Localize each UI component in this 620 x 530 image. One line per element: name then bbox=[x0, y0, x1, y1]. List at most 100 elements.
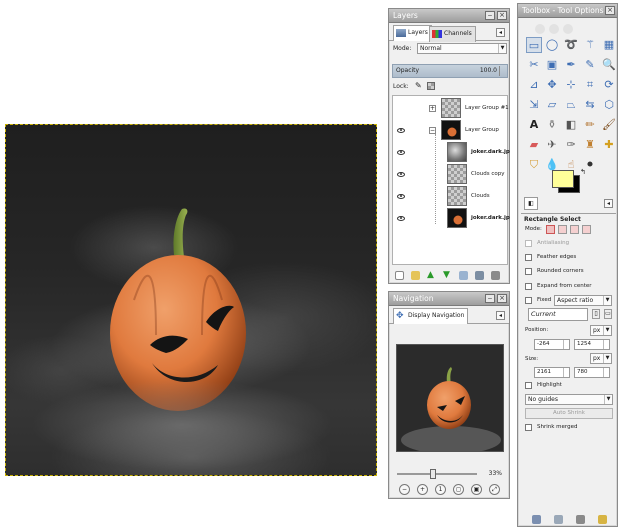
delete-layer-icon[interactable] bbox=[491, 271, 500, 280]
layer-row[interactable]: joker.dark.jp bbox=[393, 142, 510, 164]
landscape-icon[interactable]: ▭ bbox=[604, 309, 612, 319]
restore-options-icon[interactable] bbox=[554, 515, 563, 524]
scissors-select-icon[interactable]: ✂ bbox=[526, 57, 542, 73]
panel-menu-button[interactable]: ◂ bbox=[604, 199, 613, 208]
align-icon[interactable]: ⊹ bbox=[563, 77, 579, 93]
foreground-select-icon[interactable]: ▣ bbox=[544, 57, 560, 73]
shrink-wrap-icon[interactable]: ⤢ bbox=[489, 484, 500, 495]
size-width-field[interactable]: 2161 bbox=[534, 367, 570, 378]
position-unit-select[interactable]: px ▼ bbox=[590, 325, 612, 336]
minimize-button[interactable]: ‒ bbox=[485, 294, 495, 303]
fuzzy-select-icon[interactable]: ⚚ bbox=[582, 37, 598, 53]
bucket-fill-icon[interactable]: ⚱ bbox=[544, 117, 560, 133]
size-height-field[interactable]: 780 bbox=[574, 367, 610, 378]
new-layer-icon[interactable] bbox=[395, 271, 404, 280]
close-button[interactable]: × bbox=[605, 6, 615, 15]
minimize-button[interactable]: ‒ bbox=[485, 11, 495, 20]
replace-mode-icon[interactable] bbox=[546, 225, 555, 234]
lower-layer-icon[interactable]: ▼ bbox=[443, 271, 452, 280]
pencil-icon[interactable]: ✏ bbox=[582, 117, 598, 133]
layer-row[interactable]: Clouds bbox=[393, 186, 507, 208]
layer-row[interactable]: − Layer Group bbox=[393, 120, 507, 142]
eye-icon[interactable] bbox=[397, 194, 405, 199]
auto-shrink-button[interactable]: Auto Shrink bbox=[525, 408, 613, 419]
panel-menu-button[interactable]: ◂ bbox=[496, 311, 505, 320]
shear-icon[interactable]: ▱ bbox=[544, 97, 560, 113]
paths-icon[interactable]: ✒ bbox=[563, 57, 579, 73]
fixed-select[interactable]: Aspect ratio ▼ bbox=[554, 295, 612, 306]
zoom-slider-handle[interactable] bbox=[430, 469, 436, 479]
scale-icon[interactable]: ⇲ bbox=[526, 97, 542, 113]
measure-icon[interactable]: ⊿ bbox=[526, 77, 542, 93]
expand-center-checkbox[interactable] bbox=[525, 283, 532, 290]
zoom-one-icon[interactable]: 1 bbox=[435, 484, 446, 495]
image-canvas[interactable] bbox=[5, 124, 377, 476]
clone-icon[interactable]: ♜ bbox=[582, 137, 598, 153]
position-x-field[interactable]: -264 bbox=[534, 339, 570, 350]
size-unit-select[interactable]: px ▼ bbox=[590, 353, 612, 364]
toolbox-titlebar[interactable]: Toolbox - Tool Options × bbox=[518, 4, 617, 18]
paintbrush-icon[interactable]: 🖌 bbox=[601, 117, 617, 133]
guides-select[interactable]: No guides ▼ bbox=[525, 394, 613, 405]
zoom-in-icon[interactable]: + bbox=[417, 484, 428, 495]
navigation-titlebar[interactable]: Navigation ‒ × bbox=[389, 292, 509, 306]
ratio-field[interactable]: Current bbox=[528, 308, 588, 321]
add-mode-icon[interactable] bbox=[558, 225, 567, 234]
raise-layer-icon[interactable]: ▲ bbox=[427, 271, 436, 280]
close-button[interactable]: × bbox=[497, 11, 507, 20]
new-group-icon[interactable] bbox=[411, 271, 420, 280]
subtract-mode-icon[interactable] bbox=[570, 225, 579, 234]
blend-icon[interactable]: ◧ bbox=[563, 117, 579, 133]
perspective-icon[interactable]: ⏢ bbox=[563, 97, 579, 113]
rect-select-icon[interactable]: ▭ bbox=[526, 37, 542, 53]
color-select-icon[interactable]: ▦ bbox=[601, 37, 617, 53]
lock-alpha-icon[interactable] bbox=[427, 82, 435, 90]
eye-icon[interactable] bbox=[397, 172, 405, 177]
text-tool-icon[interactable]: A bbox=[526, 117, 542, 133]
swap-colors-icon[interactable]: ↰ bbox=[580, 168, 586, 176]
ink-icon[interactable]: ✑ bbox=[563, 137, 579, 153]
antialiasing-checkbox[interactable] bbox=[525, 240, 532, 247]
lock-pixels-icon[interactable]: ✎ bbox=[415, 81, 422, 90]
feather-checkbox[interactable] bbox=[525, 254, 532, 261]
collapse-icon[interactable]: − bbox=[429, 127, 436, 134]
delete-options-icon[interactable] bbox=[576, 515, 585, 524]
navigation-preview[interactable] bbox=[396, 344, 504, 452]
magnify-icon[interactable]: 🔍 bbox=[601, 57, 617, 73]
crop-icon[interactable]: ⌗ bbox=[582, 77, 598, 93]
lasso-select-icon[interactable]: ➰ bbox=[563, 37, 579, 53]
zoom-fill-icon[interactable]: ▣ bbox=[471, 484, 482, 495]
fixed-checkbox[interactable] bbox=[525, 297, 532, 304]
tab-channels[interactable]: Channels bbox=[429, 26, 476, 42]
layer-row[interactable]: Clouds copy bbox=[393, 164, 507, 186]
zoom-fit-icon[interactable]: ◻ bbox=[453, 484, 464, 495]
rotate-icon[interactable]: ⟳ bbox=[601, 77, 617, 93]
eye-icon[interactable] bbox=[397, 216, 405, 221]
mode-select[interactable]: Normal ▼ bbox=[417, 43, 507, 54]
position-y-field[interactable]: 1254 bbox=[574, 339, 610, 350]
tab-layers[interactable]: Layers bbox=[393, 25, 432, 41]
flip-icon[interactable]: ⇆ bbox=[582, 97, 598, 113]
layers-titlebar[interactable]: Layers ‒ × bbox=[389, 9, 509, 23]
eye-icon[interactable] bbox=[397, 128, 405, 133]
opacity-spinner[interactable] bbox=[499, 66, 506, 76]
foreground-color-swatch[interactable] bbox=[552, 170, 574, 188]
save-options-icon[interactable] bbox=[532, 515, 541, 524]
layer-row[interactable]: joker.dark.jp bbox=[393, 208, 510, 230]
opacity-slider[interactable]: Opacity 100.0 bbox=[392, 64, 508, 78]
tab-display-navigation[interactable]: ✥ Display Navigation bbox=[393, 308, 469, 324]
close-button[interactable]: × bbox=[497, 294, 507, 303]
cage-transform-icon[interactable]: ⬡ bbox=[601, 97, 617, 113]
anchor-layer-icon[interactable] bbox=[475, 271, 484, 280]
move-icon[interactable]: ✥ bbox=[544, 77, 560, 93]
eye-icon[interactable] bbox=[397, 150, 405, 155]
ellipse-select-icon[interactable]: ◯ bbox=[544, 37, 560, 53]
panel-menu-button[interactable]: ◂ bbox=[496, 28, 505, 37]
eraser-icon[interactable]: ▰ bbox=[526, 137, 542, 153]
portrait-icon[interactable]: ▯ bbox=[592, 309, 600, 319]
rounded-corners-checkbox[interactable] bbox=[525, 268, 532, 275]
tool-options-tab[interactable]: ◧ bbox=[524, 197, 538, 210]
expand-icon[interactable]: + bbox=[429, 105, 436, 112]
intersect-mode-icon[interactable] bbox=[582, 225, 591, 234]
perspective-clone-icon[interactable]: ⛉ bbox=[526, 157, 542, 173]
